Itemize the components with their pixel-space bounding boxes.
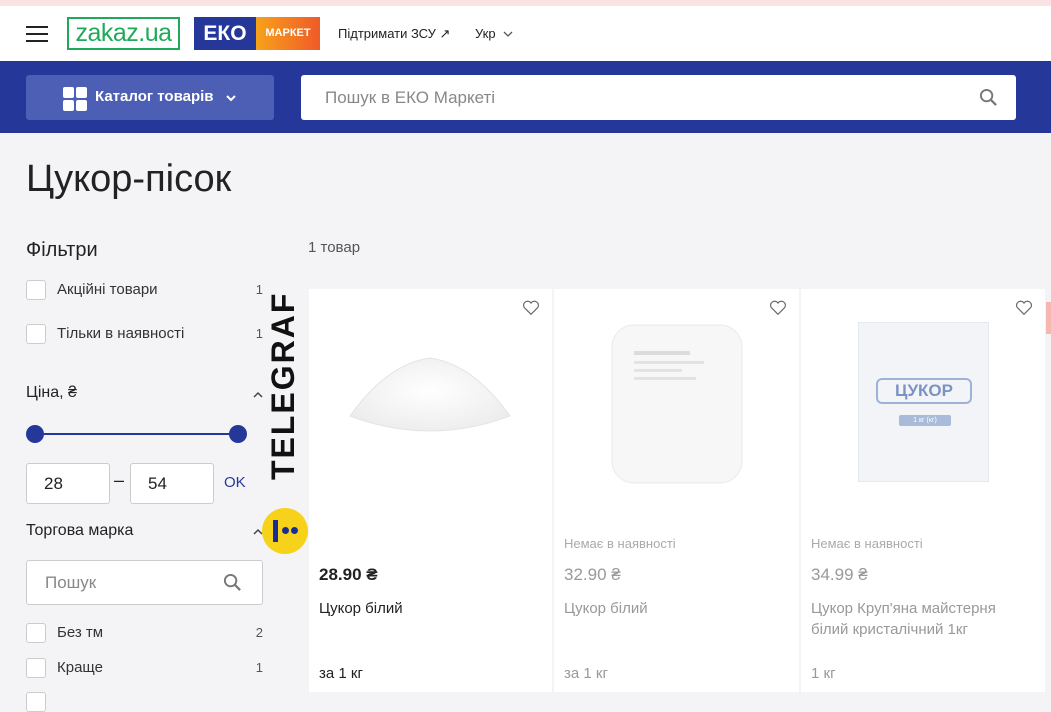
product-unit: за 1 кг <box>564 665 608 682</box>
heart-icon[interactable] <box>769 299 787 317</box>
search-bar <box>301 75 1016 120</box>
product-card[interactable]: ЦУКОР 1 кг (кг) Немає в наявності 34.99 … <box>801 289 1045 692</box>
telegraf-watermark: TELEGRAF <box>262 272 308 557</box>
heart-icon[interactable] <box>1015 299 1033 317</box>
items-count: 1 товар <box>308 239 361 256</box>
checkbox[interactable] <box>26 280 46 300</box>
filter-label: Акційні товари <box>57 281 158 298</box>
product-unit: 1 кг <box>811 665 836 682</box>
price-slider-min-handle[interactable] <box>26 425 44 443</box>
menu-icon[interactable] <box>26 26 48 42</box>
chevron-down-icon <box>226 95 236 102</box>
catalog-label: Каталог товарів <box>95 88 214 105</box>
brand-search-input[interactable] <box>27 561 217 604</box>
product-unit: за 1 кг <box>319 665 363 682</box>
price-max-input[interactable]: 54 <box>130 463 214 504</box>
price-filter-title[interactable]: Ціна, ₴ <box>26 384 77 402</box>
product-price: 34.99 ₴ <box>811 565 868 584</box>
product-name[interactable]: Цукор Круп'яна майстерня білий кристаліч… <box>811 598 1036 640</box>
filter-in-stock[interactable]: Тільки в наявності 1 <box>26 324 263 344</box>
filter-brand-item[interactable]: Краще 1 <box>26 658 263 678</box>
price-ok-button[interactable]: OK <box>224 474 246 491</box>
product-name[interactable]: Цукор білий <box>564 598 789 619</box>
support-zsu-link[interactable]: Підтримати ЗСУ ↗ <box>338 26 450 42</box>
filter-promo[interactable]: Акційні товари 1 <box>26 280 263 300</box>
language-label: Укр <box>475 26 496 41</box>
telegraf-logo <box>262 508 308 554</box>
checkbox[interactable] <box>26 623 46 643</box>
search-icon[interactable] <box>223 573 242 592</box>
catalog-button[interactable]: Каталог товарів <box>26 75 274 120</box>
telegraf-text: TELEGRAF <box>265 291 301 481</box>
filter-label: Без тм <box>57 624 104 641</box>
product-price: 28.90 ₴ <box>319 565 378 584</box>
checkbox[interactable] <box>26 692 46 712</box>
product-card[interactable]: 28.90 ₴ Цукор білий за 1 кг <box>309 289 552 692</box>
language-selector[interactable]: Укр <box>475 26 513 41</box>
chevron-down-icon <box>503 31 513 37</box>
market-logo-text: МАРКЕТ <box>256 17 320 50</box>
filter-count: 1 <box>255 660 263 675</box>
product-name[interactable]: Цукор білий <box>319 598 544 619</box>
next-card-edge <box>1046 302 1051 334</box>
filter-label: Краще <box>57 659 103 676</box>
eko-logo-text: ЕКО <box>194 17 256 50</box>
top-header: zakaz.ua ЕКО МАРКЕТ Підтримати ЗСУ ↗ Укр <box>0 6 1051 61</box>
heart-icon[interactable] <box>522 299 540 317</box>
brand-filter-title[interactable]: Торгова марка <box>26 522 133 540</box>
stock-status: Немає в наявності <box>811 536 923 551</box>
zakaz-logo[interactable]: zakaz.ua <box>67 17 180 50</box>
product-image[interactable] <box>347 354 513 444</box>
filters-title: Фільтри <box>26 239 98 261</box>
nav-bar: Каталог товарів <box>0 61 1051 133</box>
filter-count: 2 <box>255 625 263 640</box>
price-slider-max-handle[interactable] <box>229 425 247 443</box>
filter-brand-item[interactable]: Без тм 2 <box>26 623 263 643</box>
filter-brand-item[interactable] <box>26 692 263 712</box>
page-title: Цукор-пісок <box>26 158 232 200</box>
filter-label: Тільки в наявності <box>57 325 185 342</box>
brand-search <box>26 560 263 605</box>
product-image[interactable]: ЦУКОР 1 кг (кг) <box>858 322 989 482</box>
product-image[interactable] <box>610 323 744 485</box>
product-bag-label: ЦУКОР <box>876 378 972 404</box>
price-slider-track[interactable] <box>35 433 238 435</box>
checkbox[interactable] <box>26 324 46 344</box>
checkbox[interactable] <box>26 658 46 678</box>
price-min-input[interactable]: 28 <box>26 463 110 504</box>
search-icon[interactable] <box>979 88 998 107</box>
product-bag-weight: 1 кг (кг) <box>899 415 951 426</box>
stock-status: Немає в наявності <box>564 536 676 551</box>
product-price: 32.90 ₴ <box>564 565 621 584</box>
eko-market-logo[interactable]: ЕКО МАРКЕТ <box>194 17 320 50</box>
price-dash: – <box>114 470 125 490</box>
product-card[interactable]: Немає в наявності 32.90 ₴ Цукор білий за… <box>554 289 799 692</box>
grid-icon <box>63 87 87 111</box>
search-input[interactable] <box>301 75 961 120</box>
